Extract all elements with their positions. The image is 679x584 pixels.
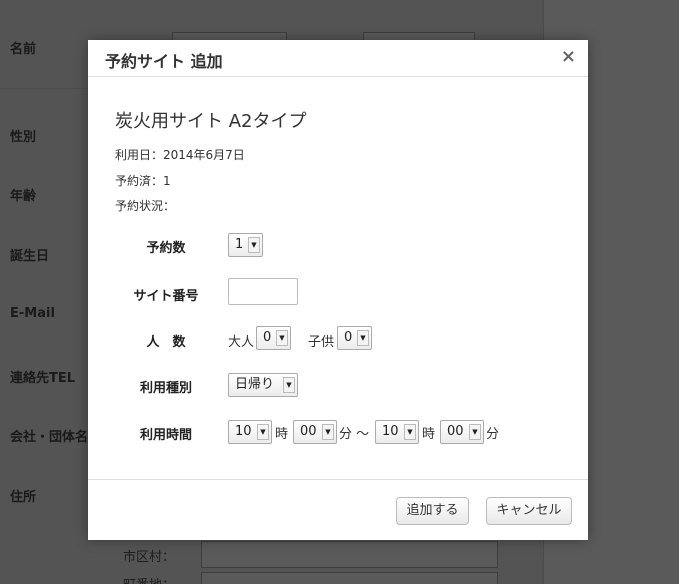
- count-value: 1: [235, 237, 244, 252]
- bg-label-gender: 性別: [10, 130, 37, 145]
- end-minute-select[interactable]: 00 ▼: [440, 420, 484, 444]
- site-number-label: サイト番号: [133, 289, 199, 304]
- bg-label-tel: 連絡先TEL: [10, 371, 76, 386]
- child-select[interactable]: 0 ▼: [337, 326, 372, 350]
- child-label: 子供: [308, 335, 335, 350]
- chevron-down-icon: ▼: [248, 237, 260, 253]
- bg-city-input: [201, 541, 498, 568]
- close-icon[interactable]: ×: [561, 46, 576, 67]
- chevron-down-icon: ▼: [357, 330, 369, 346]
- modal-header: 予約サイト 追加 ×: [88, 40, 588, 77]
- adult-select[interactable]: 0 ▼: [256, 326, 291, 350]
- bg-label-address: 住所: [10, 490, 37, 505]
- end-minute-value: 00: [447, 424, 464, 439]
- reserved-count: 予約済：1: [115, 174, 171, 188]
- usage-type-label: 利用種別: [139, 381, 192, 396]
- count-select[interactable]: 1 ▼: [228, 233, 263, 257]
- child-value: 0: [344, 330, 353, 345]
- usage-type-select[interactable]: 日帰り ▼: [228, 373, 298, 397]
- count-label: 予約数: [146, 241, 186, 256]
- cancel-button[interactable]: キャンセル: [486, 497, 572, 525]
- adult-label: 大人: [228, 335, 255, 350]
- bg-sublabel-city: 市区村：: [123, 550, 176, 565]
- minute-unit: 分: [486, 427, 500, 442]
- modal-title: 予約サイト 追加: [105, 52, 223, 71]
- bg-label-age: 年齢: [10, 189, 37, 204]
- adult-value: 0: [263, 330, 272, 345]
- chevron-down-icon: ▼: [322, 424, 334, 440]
- usage-type-value: 日帰り: [235, 377, 275, 392]
- chevron-down-icon: ▼: [276, 330, 288, 346]
- bg-label-company: 会社・団体名: [10, 430, 89, 445]
- chevron-down-icon: ▼: [469, 424, 481, 440]
- bg-sublabel-street: 町番地：: [123, 574, 175, 584]
- use-date: 利用日：2014年6月7日: [115, 148, 245, 162]
- start-minute-value: 00: [300, 424, 317, 439]
- minute-unit-tilde: 分 〜: [339, 427, 370, 442]
- chevron-down-icon: ▼: [404, 424, 416, 440]
- start-hour-select[interactable]: 10 ▼: [228, 420, 272, 444]
- site-number-input[interactable]: [228, 278, 298, 305]
- add-reservation-modal: 予約サイト 追加 × 炭火用サイト A2タイプ 利用日：2014年6月7日 予約…: [88, 40, 588, 540]
- add-button[interactable]: 追加する: [396, 497, 469, 525]
- hour-unit: 時: [275, 427, 289, 442]
- start-minute-select[interactable]: 00 ▼: [293, 420, 337, 444]
- modal-footer: 追加する キャンセル: [88, 479, 588, 540]
- start-hour-value: 10: [235, 424, 252, 439]
- hour-unit-2: 時: [422, 427, 436, 442]
- bg-label-birthday: 誕生日: [10, 249, 50, 264]
- site-name: 炭火用サイト A2タイプ: [115, 111, 307, 132]
- bg-label-email: E-Mail: [10, 306, 55, 321]
- people-label: 人 数: [146, 335, 186, 350]
- chevron-down-icon: ▼: [283, 377, 295, 393]
- bg-label-name: 名前: [10, 42, 37, 57]
- time-label: 利用時間: [139, 428, 192, 443]
- end-hour-select[interactable]: 10 ▼: [375, 420, 419, 444]
- reservation-status: 予約状況：: [115, 199, 176, 213]
- end-hour-value: 10: [382, 424, 399, 439]
- chevron-down-icon: ▼: [257, 424, 269, 440]
- bg-street-input: [201, 572, 498, 584]
